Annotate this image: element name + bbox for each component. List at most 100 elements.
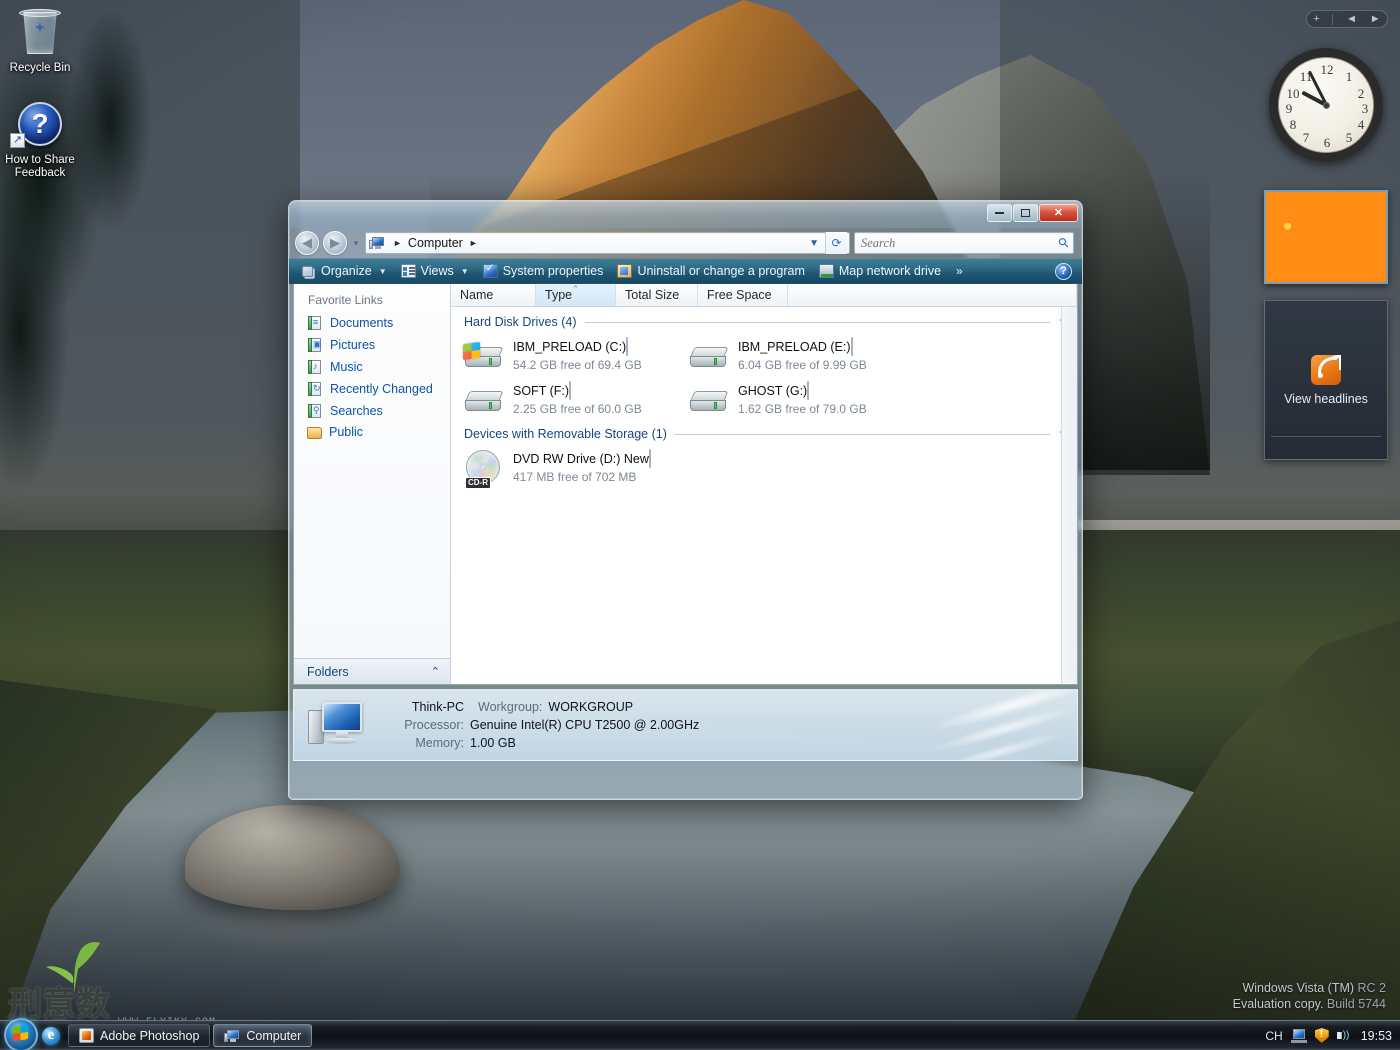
column-header-blank[interactable] [788,284,1077,306]
close-button[interactable]: ✕ [1039,204,1078,222]
favorite-links-title: Favorite Links [308,293,383,307]
ie-icon[interactable]: e [42,1026,60,1045]
map-network-drive-icon [818,264,834,278]
column-header-name[interactable]: Name [451,284,536,306]
maximize-button[interactable] [1013,204,1038,222]
recent-pages-dropdown-icon[interactable]: ▾ [351,238,361,249]
column-header-type[interactable]: ⌃ Type [536,284,616,306]
address-bar[interactable]: ► Computer ► ▼ ⟳ [365,232,850,254]
folders-label: Folders [307,664,349,679]
toolbar-button-organize[interactable]: Organize ▼ [295,260,394,282]
clock-number: 5 [1345,130,1353,145]
desktop-icon-label-line2: Feedback [14,167,66,179]
network-icon[interactable] [1290,1028,1307,1043]
sort-ascending-icon: ⌃ [571,284,580,294]
breadcrumb-separator[interactable]: ► [463,238,484,248]
folders-pane-toggle[interactable]: Folders ⌃ [294,658,450,684]
sidebar-item-public[interactable]: Public [294,422,450,442]
taskbar-clock[interactable]: 19:53 [1359,1029,1392,1043]
search-box[interactable]: ⚲ [854,232,1074,254]
group-header-hard-disk-drives[interactable]: Hard Disk Drives (4) ⌃ [451,315,1077,329]
watermark-line-2: Evaluation copy. Build 5744 [1232,997,1386,1011]
drive-tile-c[interactable]: IBM_PRELOAD (C:) 54.2 GB free of 69.4 GB [463,337,688,373]
removable-storage-tiles: CD-R DVD RW Drive (D:) New 417 MB free o… [451,449,1077,497]
chevron-down-icon: ▼ [378,266,387,276]
toolbar-button-map-network-drive[interactable]: Map network drive [812,260,948,282]
sidebar-item-label: Music [330,360,363,374]
security-shield-icon[interactable] [1314,1028,1329,1043]
volume-icon[interactable]: )) [1336,1029,1351,1042]
toolbar-button-uninstall[interactable]: Uninstall or change a program [610,260,811,282]
details-row-workgroup: Think-PC Workgroup: WORKGROUP [378,698,699,716]
details-value: 1.00 GB [470,736,516,750]
vertical-scrollbar[interactable] [1061,307,1077,684]
sidebar-item-documents[interactable]: ≡ Documents [294,312,450,334]
toolbar-label: Organize [321,264,372,278]
back-button[interactable]: ◀ [295,231,319,255]
details-label: Processor: [404,718,464,732]
prev-gadget-icon[interactable]: ◄ [1346,13,1357,25]
file-list-pane: Name ⌃ Type Total Size Free Space Hard D… [451,284,1077,684]
minimize-button[interactable] [987,204,1012,222]
recently-changed-icon: ↻ [307,381,323,397]
desktop-icon-how-to-share-feedback[interactable]: ? ↗ How to Share Feedback [2,100,78,180]
next-gadget-icon[interactable]: ► [1370,13,1381,25]
taskbar-button-computer[interactable]: Computer [213,1024,313,1047]
group-header-removable-storage[interactable]: Devices with Removable Storage (1) ⌃ [451,427,1077,441]
drive-tile-e[interactable]: IBM_PRELOAD (E:) 6.04 GB free of 9.99 GB [688,337,913,373]
taskbar-button-adobe-photoshop[interactable]: Adobe Photoshop [68,1024,211,1047]
sidebar-item-pictures[interactable]: ▣ Pictures [294,334,450,356]
address-dropdown-icon[interactable]: ▼ [803,238,825,249]
computer-icon [224,1029,240,1043]
breadcrumb-separator[interactable]: ► [387,238,408,248]
drive-tile-d[interactable]: CD-R DVD RW Drive (D:) New 417 MB free o… [463,449,688,489]
watermark-line-1: Windows Vista (TM) RC 2 [1242,981,1386,995]
drive-tile-f[interactable]: SOFT (F:) 2.25 GB free of 60.0 GB [463,381,688,417]
clock-number: 1 [1345,69,1353,84]
clock-number: 8 [1289,117,1297,132]
slideshow-gadget[interactable] [1264,190,1388,284]
sidebar-item-recently-changed[interactable]: ↻ Recently Changed [294,378,450,400]
column-header-total-size[interactable]: Total Size [616,284,698,306]
views-icon [400,264,416,278]
feed-headlines-gadget[interactable]: View headlines [1264,300,1388,460]
language-indicator[interactable]: CH [1265,1029,1282,1043]
column-header-free-space[interactable]: Free Space [698,284,788,306]
clock-number: 2 [1357,86,1365,101]
start-button[interactable] [2,1017,38,1050]
sidebar-item-music[interactable]: ♪ Music [294,356,450,378]
drive-free-space: 54.2 GB free of 69.4 GB [513,358,642,372]
clock-gadget[interactable]: 12 1 2 3 4 5 6 7 8 9 10 11 [1269,48,1383,162]
desktop-icon-recycle-bin[interactable]: ✦ Recycle Bin [2,8,78,75]
divider [584,321,1050,323]
drive-list: Hard Disk Drives (4) ⌃ IBM_PRELOAD (C:) [451,307,1077,684]
windows-flag-icon [12,1024,29,1041]
explorer-window[interactable]: ✕ ◀ ▶ ▾ ► Computer ► ▼ ⟳ ⚲ [288,200,1083,800]
add-gadget-icon[interactable]: + [1313,13,1319,25]
computer-icon [369,236,385,250]
desktop-icon-label: Recycle Bin [9,62,71,74]
drive-tile-g[interactable]: GHOST (G:) 1.62 GB free of 79.0 GB [688,381,913,417]
details-row-processor: Processor: Genuine Intel(R) CPU T2500 @ … [378,716,699,734]
window-titlebar[interactable]: ✕ [289,201,1082,228]
toolbar-overflow-icon[interactable]: » [948,264,970,278]
help-orb-icon: ? ↗ [2,100,78,150]
toolbar-label: System properties [502,264,604,278]
sidebar-item-searches[interactable]: ⚲ Searches [294,400,450,422]
forward-button[interactable]: ▶ [323,231,347,255]
drive-free-space: 1.62 GB free of 79.0 GB [738,402,867,416]
refresh-button[interactable]: ⟳ [825,232,847,254]
breadcrumb-computer[interactable]: Computer [408,236,463,250]
organize-icon [302,266,313,277]
help-icon[interactable]: ? [1055,262,1072,280]
computer-name: Think-PC [411,700,464,714]
capacity-bar [807,381,810,400]
search-input[interactable] [859,234,1060,252]
window-body: Favorite Links ≡ Documents ▣ Pictures ♪ … [293,284,1078,685]
toolbar-button-views[interactable]: Views ▼ [394,260,476,282]
toolbar-button-system-properties[interactable]: System properties [476,260,611,282]
gadget-toolbar[interactable]: + ◄ ► [1306,10,1388,28]
chevron-up-icon[interactable]: ⌃ [431,665,440,678]
details-pane: Think-PC Workgroup: WORKGROUP Processor:… [293,689,1078,761]
drive-name: GHOST (G:) [738,384,808,398]
